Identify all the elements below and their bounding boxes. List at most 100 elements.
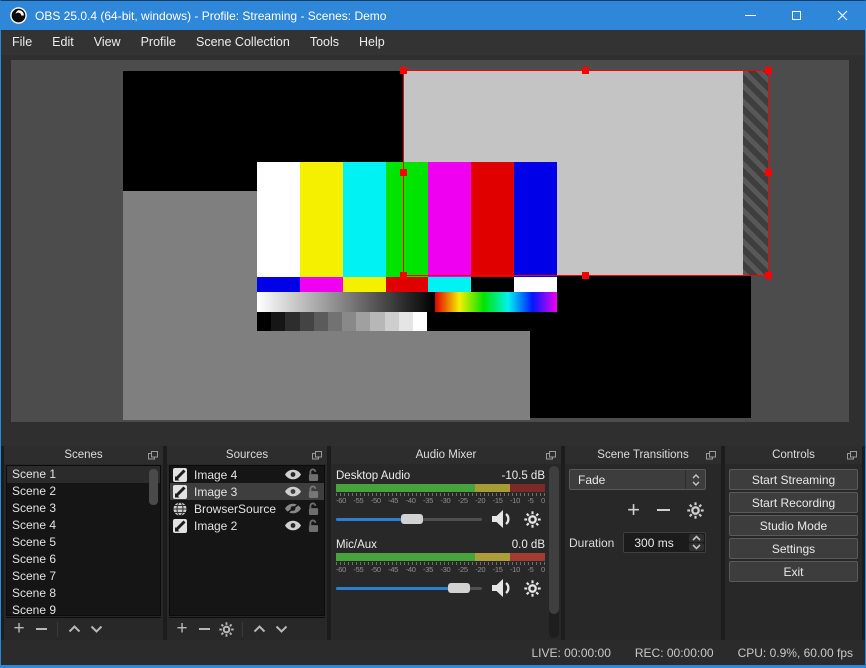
gray-step: [342, 312, 357, 331]
tick-label: -45: [388, 565, 399, 574]
selection-handle-top-mid[interactable]: [582, 67, 589, 74]
duration-decrease-button[interactable]: [689, 543, 704, 551]
move-scene-up-button[interactable]: [63, 619, 85, 639]
menu-item[interactable]: Tools: [300, 30, 349, 55]
gear-icon[interactable]: [524, 579, 541, 597]
scene-row[interactable]: Scene 5: [7, 534, 160, 551]
gear-icon[interactable]: [524, 510, 541, 528]
scene-row[interactable]: Scene 9: [7, 602, 160, 615]
scene-row[interactable]: Scene 6: [7, 551, 160, 568]
selection-handle-mid-left[interactable]: [400, 169, 407, 176]
chevron-up-icon: [692, 535, 701, 541]
duration-increase-button[interactable]: [689, 534, 704, 542]
menu-item[interactable]: Scene Collection: [186, 30, 300, 55]
lock-open-icon[interactable]: [308, 485, 319, 499]
selection-handle-top-left[interactable]: [400, 67, 407, 74]
add-transition-button[interactable]: +: [627, 499, 640, 521]
control-button[interactable]: Studio Mode: [729, 515, 858, 536]
selection-handle-top-right[interactable]: [765, 67, 772, 74]
source-row-selected[interactable]: Image 3: [170, 483, 324, 500]
dock-icon[interactable]: [148, 451, 158, 460]
scene-row[interactable]: Scene 3: [7, 500, 160, 517]
lock-open-icon[interactable]: [308, 502, 319, 516]
preview-canvas[interactable]: [11, 60, 849, 422]
menu-item[interactable]: Help: [349, 30, 395, 55]
menu-item[interactable]: File: [2, 30, 42, 55]
statusbar: LIVE: 00:00:00 REC: 00:00:00 CPU: 0.9%, …: [1, 640, 865, 665]
slider-handle[interactable]: [448, 583, 471, 593]
scene-row[interactable]: Scene 4: [7, 517, 160, 534]
combo-arrows: [685, 470, 705, 489]
lock-open-icon[interactable]: [308, 468, 319, 482]
tick-label: -55: [353, 565, 364, 574]
gray-step: [356, 312, 371, 331]
speaker-icon[interactable]: [492, 579, 514, 597]
sources-toolbar: +: [169, 617, 325, 640]
source-properties-button[interactable]: [215, 619, 237, 639]
menu-item[interactable]: View: [84, 30, 131, 55]
menu-item[interactable]: Edit: [42, 30, 84, 55]
close-button[interactable]: [819, 1, 865, 30]
move-source-down-button[interactable]: [270, 619, 292, 639]
selection-handle-bottom-left[interactable]: [400, 272, 407, 279]
maximize-button[interactable]: [773, 1, 819, 30]
add-scene-button[interactable]: +: [8, 619, 30, 639]
lock-open-icon[interactable]: [308, 519, 319, 533]
move-scene-down-button[interactable]: [85, 619, 107, 639]
colorbar: [471, 277, 515, 292]
meter-green-segment: [336, 484, 476, 492]
tick-label: -10: [510, 565, 521, 574]
dock-icon[interactable]: [546, 451, 556, 460]
gray-step: [299, 312, 314, 331]
mixer-scrollbar[interactable]: [549, 466, 559, 638]
selection-handle-bottom-mid[interactable]: [582, 272, 589, 279]
transition-properties-gear-icon[interactable]: [687, 501, 704, 519]
menu-item[interactable]: Profile: [131, 30, 186, 55]
source-row[interactable]: Image 2: [170, 517, 324, 534]
scene-row[interactable]: Scene 7: [7, 568, 160, 585]
audio-mixer-panel: Audio Mixer Desktop Audio -10.5 dB -60 -…: [331, 446, 561, 640]
sources-panel-body: Image 4 Image 3 BrowserSource Image 2 +: [167, 464, 327, 640]
dock-icon[interactable]: [312, 451, 322, 460]
control-button[interactable]: Start Recording: [729, 492, 858, 513]
scene-row[interactable]: Scene 2: [7, 483, 160, 500]
transitions-panel-body: Fade + Duration 300 ms: [565, 464, 721, 640]
source-row[interactable]: BrowserSource: [170, 500, 324, 517]
scene-row[interactable]: Scene 8: [7, 585, 160, 602]
sources-list: Image 4 Image 3 BrowserSource Image 2: [169, 465, 325, 616]
speaker-icon[interactable]: [492, 510, 514, 528]
minimize-button[interactable]: [727, 1, 773, 30]
visibility-eye-icon[interactable]: [285, 486, 301, 497]
selection-handle-bottom-right[interactable]: [765, 272, 772, 279]
selection-handle-mid-right[interactable]: [765, 169, 772, 176]
move-source-up-button[interactable]: [248, 619, 270, 639]
tick-label: -50: [370, 496, 381, 505]
visibility-eye-slash-icon[interactable]: [285, 503, 301, 514]
visibility-eye-icon[interactable]: [285, 520, 301, 531]
remove-scene-button[interactable]: [30, 619, 52, 639]
remove-transition-button[interactable]: [657, 509, 670, 511]
close-icon: [837, 10, 847, 21]
dock-icon[interactable]: [706, 451, 716, 460]
controls-panel: Controls Start Streaming Start Recording S…: [725, 446, 862, 640]
duration-spinbox[interactable]: 300 ms: [623, 532, 706, 553]
mixer-scrollbar-thumb[interactable]: [549, 466, 559, 614]
control-button[interactable]: Start Streaming: [729, 469, 858, 490]
visibility-eye-icon[interactable]: [285, 469, 301, 480]
transition-select[interactable]: Fade: [569, 469, 706, 490]
remove-source-button[interactable]: [193, 619, 215, 639]
control-button[interactable]: Settings: [729, 538, 858, 559]
volume-slider[interactable]: [336, 514, 482, 524]
scene-source-black-rect-2[interactable]: [530, 276, 751, 418]
volume-slider[interactable]: [336, 583, 482, 593]
scenes-scrollbar-thumb[interactable]: [149, 469, 158, 505]
tick-label: -10: [510, 496, 521, 505]
scene-label: Scene 4: [12, 518, 57, 532]
source-row[interactable]: Image 4: [170, 466, 324, 483]
add-source-button[interactable]: +: [171, 619, 193, 639]
tick-label: 0: [541, 565, 545, 574]
dock-icon[interactable]: [847, 451, 857, 460]
slider-handle[interactable]: [401, 514, 424, 524]
scene-row[interactable]: Scene 1: [7, 466, 160, 483]
control-button[interactable]: Exit: [729, 561, 858, 582]
